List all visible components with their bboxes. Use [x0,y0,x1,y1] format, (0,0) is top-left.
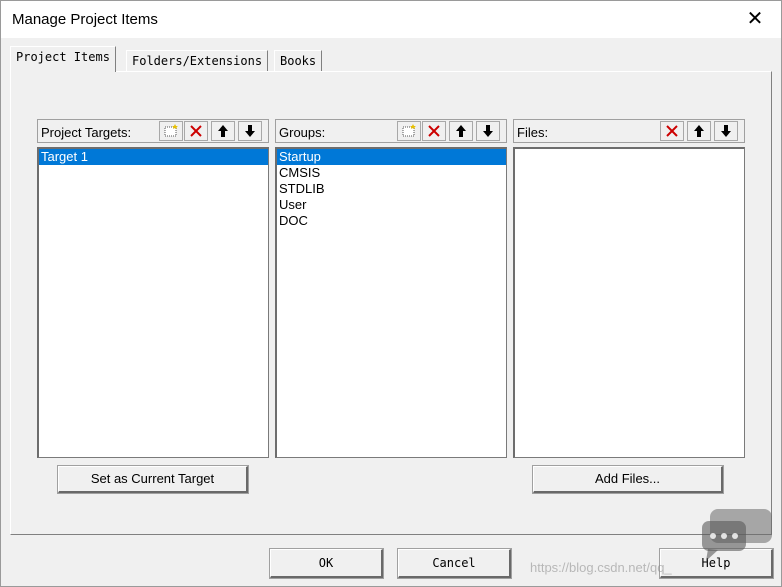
close-icon[interactable]: ✕ [743,7,767,31]
delete-icon [428,125,440,137]
move-group-up-button[interactable] [449,121,473,141]
title-bar: Manage Project Items ✕ [0,0,782,39]
files-label: Files: [517,125,549,140]
set-current-target-button[interactable]: Set as Current Target [57,465,249,494]
move-target-down-button[interactable] [238,121,262,141]
delete-icon [666,125,678,137]
tab-project-items[interactable]: Project Items [10,46,116,72]
move-down-icon [721,125,731,137]
move-file-up-button[interactable] [687,121,711,141]
move-file-down-button[interactable] [714,121,738,141]
list-item[interactable]: CMSIS [277,165,506,181]
tab-books[interactable]: Books [274,50,323,71]
targets-header: Project Targets: [37,119,269,143]
delete-file-button[interactable] [660,121,684,141]
groups-list[interactable]: Startup CMSIS STDLIB User DOC [275,147,507,458]
move-target-up-button[interactable] [211,121,235,141]
new-icon [402,124,416,137]
window-title: Manage Project Items [12,11,158,28]
add-files-button[interactable]: Add Files... [532,465,724,494]
list-item[interactable]: DOC [277,213,506,229]
move-down-icon [245,125,255,137]
move-up-icon [694,125,704,137]
delete-group-button[interactable] [422,121,446,141]
chat-bubble-icon [702,509,772,561]
delete-target-button[interactable] [184,121,208,141]
delete-icon [190,125,202,137]
groups-label: Groups: [279,125,326,140]
cancel-button[interactable]: Cancel [397,548,512,579]
list-item[interactable]: User [277,197,506,213]
watermark-text: https://blog.csdn.net/qq_ [530,560,672,575]
new-icon [164,124,178,137]
move-down-icon [483,125,493,137]
list-item[interactable]: Target 1 [39,149,268,165]
move-up-icon [218,125,228,137]
new-group-button[interactable] [397,121,421,141]
ok-button[interactable]: OK [269,548,384,579]
list-item[interactable]: Startup [277,149,506,165]
new-target-button[interactable] [159,121,183,141]
groups-header: Groups: [275,119,507,143]
targets-list[interactable]: Target 1 [37,147,269,458]
tab-folders-extensions[interactable]: Folders/Extensions [126,50,269,71]
move-group-down-button[interactable] [476,121,500,141]
list-item[interactable]: STDLIB [277,181,506,197]
files-header: Files: [513,119,745,143]
move-up-icon [456,125,466,137]
files-list[interactable] [513,147,745,458]
targets-label: Project Targets: [41,125,132,140]
